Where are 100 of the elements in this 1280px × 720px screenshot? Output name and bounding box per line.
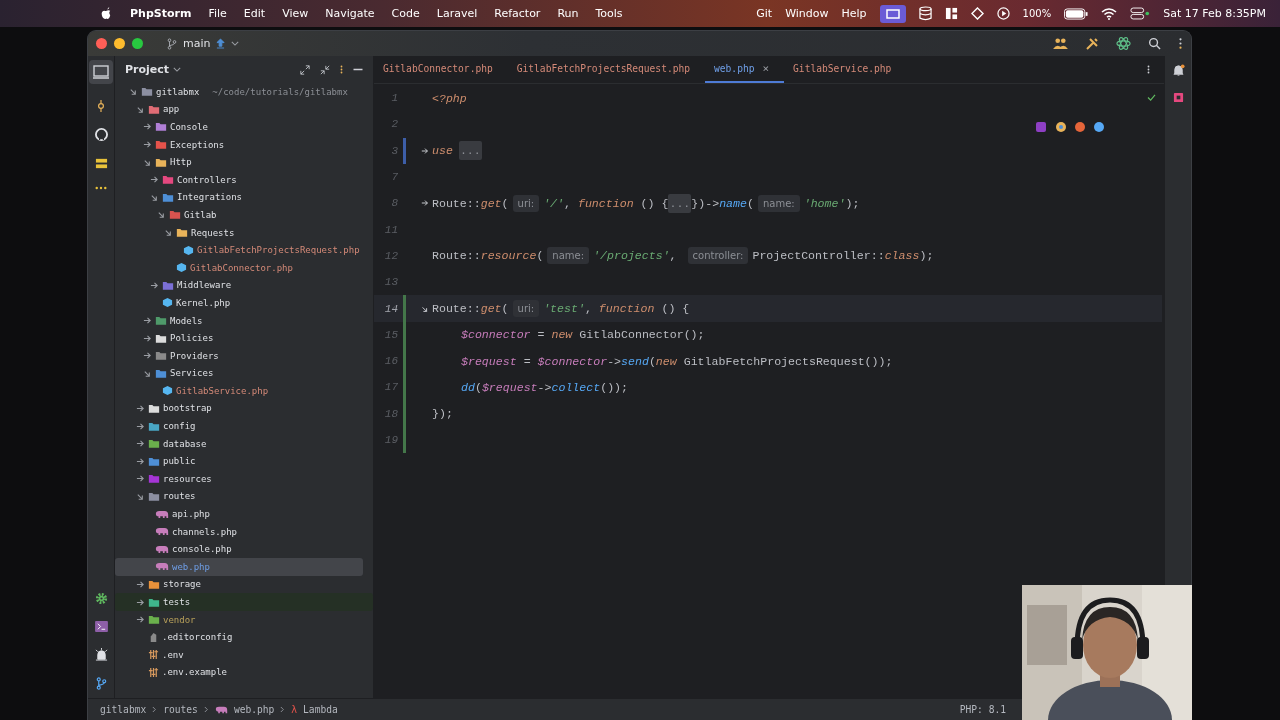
- breadcrumb[interactable]: web.php: [233, 704, 275, 715]
- collapse-icon[interactable]: [320, 64, 330, 75]
- collapsed-arrow-icon[interactable]: [136, 404, 145, 413]
- tree-item[interactable]: GitlabConnector.php: [115, 258, 363, 277]
- tree-item[interactable]: vendor: [115, 610, 363, 629]
- collapsed-arrow-icon[interactable]: [136, 597, 145, 607]
- structure-icon[interactable]: [94, 157, 108, 170]
- editor-tab[interactable]: web.php ×: [705, 56, 785, 83]
- tree-item[interactable]: Requests: [115, 223, 363, 242]
- tree-item[interactable]: tests: [115, 593, 373, 611]
- more-vertical-icon[interactable]: [1147, 64, 1150, 75]
- tree-item[interactable]: bootstrap: [115, 399, 363, 418]
- app-menu[interactable]: PhpStorm: [130, 7, 192, 20]
- menu-item[interactable]: Tools: [595, 7, 623, 20]
- collapsed-arrow-icon[interactable]: [143, 351, 152, 361]
- tree-item[interactable]: resources: [115, 470, 363, 488]
- apple-icon[interactable]: [100, 6, 113, 21]
- tree-item[interactable]: api.php: [115, 505, 363, 523]
- collapsed-arrow-icon[interactable]: [150, 175, 159, 185]
- menu-item[interactable]: View: [282, 7, 309, 20]
- window-controls-icon[interactable]: [96, 38, 143, 49]
- wifi-icon[interactable]: [1101, 7, 1118, 20]
- expanded-arrow-icon[interactable]: [164, 228, 173, 238]
- tree-item[interactable]: app: [115, 100, 363, 119]
- expanded-arrow-icon[interactable]: [136, 491, 145, 501]
- menu-item[interactable]: Navigate: [325, 7, 375, 20]
- screen-share-icon[interactable]: [879, 4, 906, 23]
- tree-item[interactable]: config: [115, 417, 363, 435]
- caret-icon[interactable]: [173, 67, 182, 72]
- play-icon[interactable]: [996, 7, 1010, 20]
- tree-item[interactable]: storage: [115, 575, 363, 594]
- breadcrumb[interactable]: Lambda: [303, 704, 338, 715]
- battery-icon[interactable]: [1064, 7, 1089, 20]
- menu-item[interactable]: Help: [841, 7, 867, 20]
- expanded-arrow-icon[interactable]: [150, 192, 159, 202]
- plugin-icon[interactable]: [1172, 92, 1184, 103]
- panel-title[interactable]: Project: [125, 63, 170, 76]
- collapsed-arrow-icon[interactable]: [136, 421, 145, 431]
- expand-icon[interactable]: [300, 64, 310, 75]
- minimize-icon[interactable]: [353, 68, 363, 71]
- breadcrumb[interactable]: gitlabmx: [100, 704, 147, 715]
- tree-item[interactable]: Kernel.php: [115, 294, 363, 312]
- tree-item[interactable]: public: [115, 452, 363, 471]
- fold-arrow-icon[interactable]: [421, 304, 429, 313]
- control-center-icon[interactable]: [1130, 7, 1151, 20]
- tree-item[interactable]: channels.php: [115, 522, 363, 541]
- search-icon[interactable]: [1148, 37, 1161, 50]
- tree-item[interactable]: Providers: [115, 346, 363, 365]
- expanded-arrow-icon[interactable]: [136, 104, 145, 114]
- terminal-icon[interactable]: [94, 621, 108, 632]
- git-branch-icon[interactable]: [95, 677, 107, 690]
- database-icon[interactable]: [918, 6, 932, 21]
- more-vertical-icon[interactable]: [1178, 37, 1183, 50]
- tree-item[interactable]: Middleware: [115, 276, 363, 295]
- expanded-arrow-icon[interactable]: [157, 210, 166, 220]
- tree-item[interactable]: console.php: [115, 540, 363, 559]
- tree-item[interactable]: GitlabService.php: [115, 382, 363, 400]
- editor-tab[interactable]: GitlabService.php: [784, 56, 907, 83]
- tree-item[interactable]: Controllers: [115, 170, 363, 189]
- tree-item[interactable]: web.php: [115, 558, 363, 576]
- tree-item[interactable]: Http: [115, 153, 363, 171]
- tree-item[interactable]: database: [115, 434, 363, 453]
- menu-item[interactable]: File: [208, 7, 227, 20]
- settings-icon[interactable]: [94, 592, 108, 605]
- collapsed-arrow-icon[interactable]: [143, 316, 152, 325]
- menu-item[interactable]: Run: [557, 7, 579, 20]
- tree-item[interactable]: routes: [115, 487, 363, 506]
- tree-item[interactable]: Gitlab: [115, 206, 363, 224]
- branch-selector[interactable]: main: [183, 37, 211, 50]
- fold-arrow-icon[interactable]: [421, 146, 429, 155]
- more-vertical-icon[interactable]: [340, 64, 343, 75]
- editor-tab[interactable]: GitlabConnector.php: [374, 56, 508, 83]
- diamond-icon[interactable]: [970, 7, 984, 20]
- editor-tab[interactable]: GitlabFetchProjectsRequest.php: [507, 56, 706, 83]
- collapsed-arrow-icon[interactable]: [136, 579, 145, 589]
- more-horizontal-icon[interactable]: [95, 186, 107, 190]
- collapsed-arrow-icon[interactable]: [150, 280, 159, 290]
- tools-icon[interactable]: [1085, 36, 1099, 51]
- atom-icon[interactable]: [1116, 36, 1131, 51]
- tree-item[interactable]: Console: [115, 118, 363, 136]
- commit-icon[interactable]: [95, 100, 107, 112]
- tree-item[interactable]: Policies: [115, 329, 363, 347]
- collapsed-arrow-icon[interactable]: [143, 333, 152, 343]
- clock[interactable]: Sat 17 Feb 8:35PM: [1163, 7, 1266, 20]
- tree-item[interactable]: gitlabmx ~/code/tutorials/gitlabmx: [115, 83, 363, 101]
- menu-item[interactable]: Git: [756, 7, 773, 20]
- tree-item[interactable]: .env: [115, 646, 363, 664]
- menu-item[interactable]: Window: [785, 7, 829, 20]
- menu-item[interactable]: Refactor: [494, 7, 541, 20]
- expanded-arrow-icon[interactable]: [143, 157, 152, 167]
- tree-item[interactable]: .env.example: [115, 663, 363, 682]
- breadcrumb[interactable]: routes: [163, 704, 198, 715]
- collapsed-arrow-icon[interactable]: [143, 140, 152, 150]
- alarm-icon[interactable]: [94, 648, 108, 661]
- collapsed-arrow-icon[interactable]: [143, 122, 152, 132]
- tree-item[interactable]: GitlabFetchProjectsRequest.php: [115, 241, 363, 259]
- layout-icon[interactable]: [944, 7, 958, 20]
- close-tab-button[interactable]: ×: [762, 62, 770, 75]
- collapsed-arrow-icon[interactable]: [136, 439, 145, 449]
- notifications-icon[interactable]: [1171, 64, 1185, 77]
